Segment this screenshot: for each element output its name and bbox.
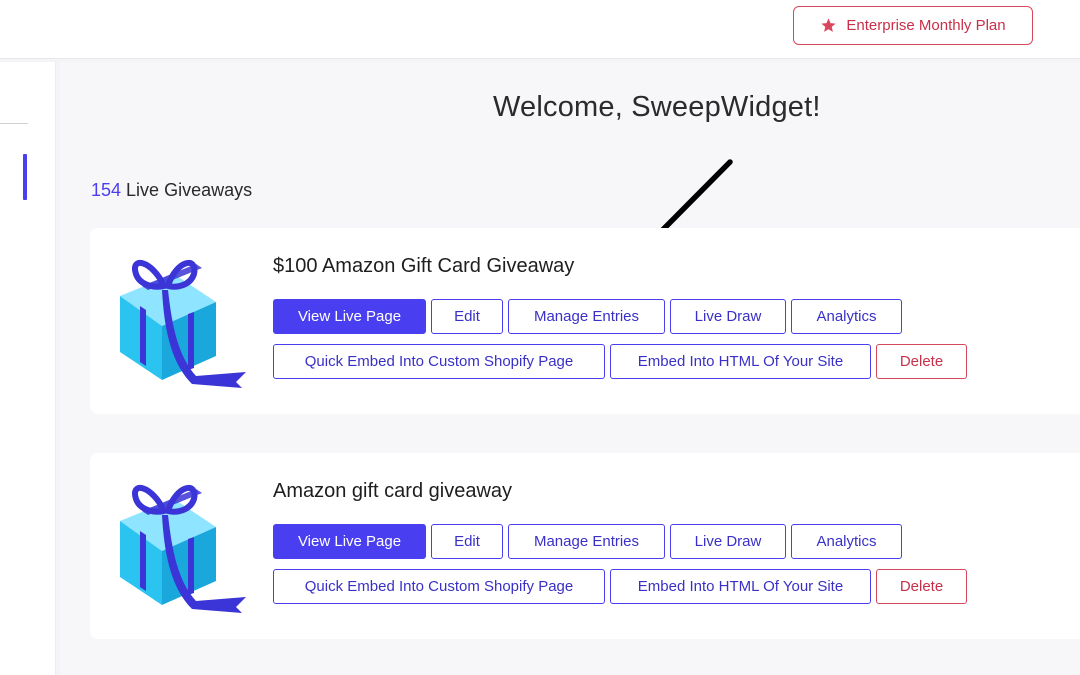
giveaway-title: $100 Amazon Gift Card Giveaway	[273, 255, 575, 277]
analytics-button[interactable]: Analytics	[791, 299, 902, 334]
view-live-page-button[interactable]: View Live Page	[273, 524, 426, 559]
giveaway-title: Amazon gift card giveaway	[273, 480, 513, 502]
welcome-heading: Welcome, SweepWidget!	[493, 91, 821, 123]
edit-button[interactable]: Edit	[431, 299, 503, 334]
live-count-label: Live Giveaways	[121, 180, 253, 200]
sidebar-active-indicator	[23, 154, 27, 200]
live-giveaways-count: 154 Live Giveaways	[91, 180, 252, 201]
sidebar-search-field[interactable]	[0, 77, 28, 124]
giveaway-card: $100 Amazon Gift Card Giveaway View Live…	[90, 228, 1080, 414]
quick-embed-shopify-button[interactable]: Quick Embed Into Custom Shopify Page	[273, 569, 605, 604]
embed-html-button[interactable]: Embed Into HTML Of Your Site	[610, 344, 871, 379]
manage-entries-button[interactable]: Manage Entries	[508, 299, 665, 334]
quick-embed-shopify-button[interactable]: Quick Embed Into Custom Shopify Page	[273, 344, 605, 379]
embed-html-button[interactable]: Embed Into HTML Of Your Site	[610, 569, 871, 604]
delete-button[interactable]: Delete	[876, 569, 967, 604]
giveaway-card: Amazon gift card giveaway View Live Page…	[90, 453, 1080, 639]
edit-button[interactable]: Edit	[431, 524, 503, 559]
live-draw-button[interactable]: Live Draw	[670, 299, 786, 334]
sidebar	[0, 62, 56, 675]
analytics-button[interactable]: Analytics	[791, 524, 902, 559]
live-count-number: 154	[91, 180, 122, 200]
gift-box-icon	[120, 260, 246, 388]
live-draw-button[interactable]: Live Draw	[670, 524, 786, 559]
enterprise-plan-button[interactable]: Enterprise Monthly Plan	[793, 6, 1033, 45]
delete-button[interactable]: Delete	[876, 344, 967, 379]
manage-entries-button[interactable]: Manage Entries	[508, 524, 665, 559]
view-live-page-button[interactable]: View Live Page	[273, 299, 426, 334]
star-icon	[821, 18, 836, 32]
plan-button-label: Enterprise Monthly Plan	[846, 17, 1006, 34]
top-bar: Enterprise Monthly Plan	[0, 0, 1080, 59]
gift-box-icon	[120, 485, 246, 613]
